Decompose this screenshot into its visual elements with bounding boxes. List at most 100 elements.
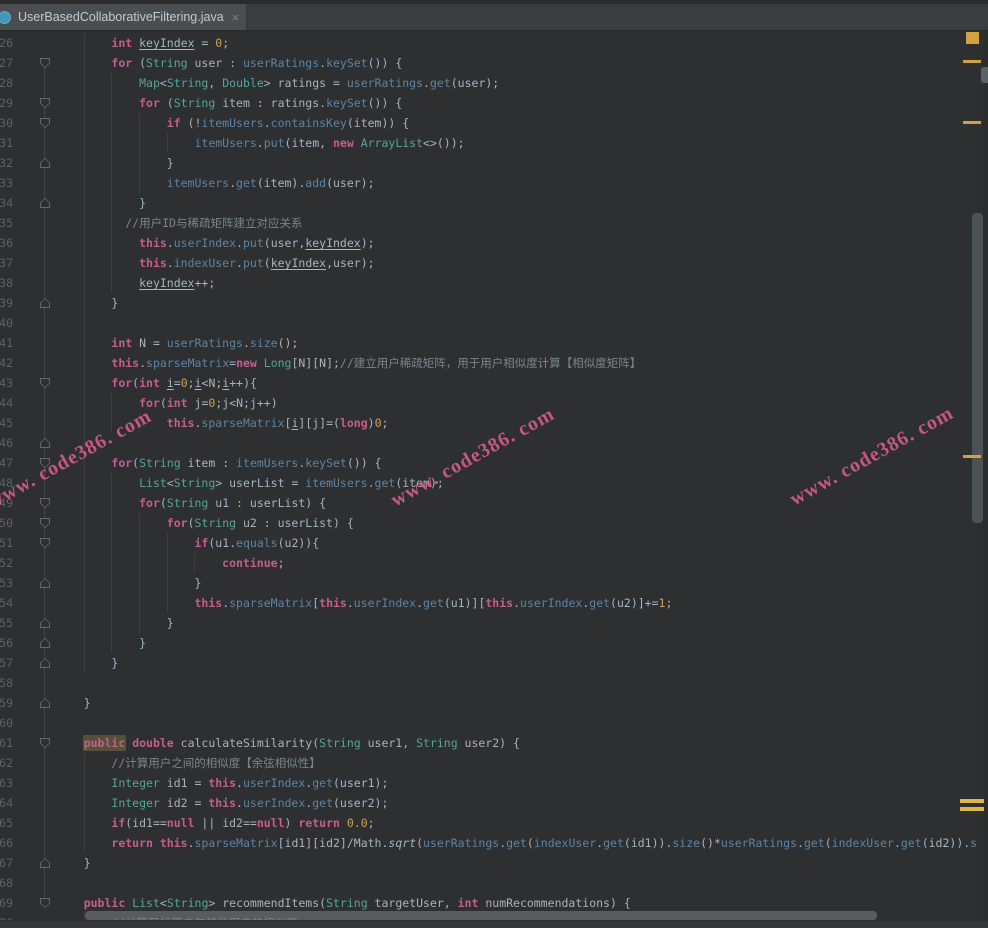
code-line[interactable]: 44 for(int j=0;j<N;j++) xyxy=(0,393,988,413)
horizontal-scrollbar-thumb[interactable] xyxy=(85,911,877,920)
code-line[interactable]: 57 } xyxy=(0,653,988,673)
code-line[interactable]: 65 if(id1==null || id2==null) return 0.0… xyxy=(0,813,988,833)
fold-toggle-icon[interactable] xyxy=(40,158,50,168)
code-line[interactable]: 35 //用户ID与稀疏矩阵建立对应关系 xyxy=(0,213,988,233)
warning-stripe-mark[interactable] xyxy=(960,807,984,811)
code-line[interactable]: 26 int keyIndex = 0; xyxy=(0,33,988,53)
code-line[interactable]: 30 if (!itemUsers.containsKey(item)) { xyxy=(0,113,988,133)
code-line[interactable]: 48 List<String> userList = itemUsers.get… xyxy=(0,473,988,493)
line-number: 37 xyxy=(0,253,13,273)
fold-toggle-icon[interactable] xyxy=(40,638,50,648)
code-line[interactable]: 39 } xyxy=(0,293,988,313)
code-text: for(int i=0;i<N;i++){ xyxy=(56,373,257,393)
code-line[interactable]: 42 this.sparseMatrix=new Long[N][N];//建立… xyxy=(0,353,988,373)
code-line[interactable]: 27 for (String user : userRatings.keySet… xyxy=(0,53,988,73)
code-text: } xyxy=(56,633,146,653)
code-line[interactable]: 52 continue; xyxy=(0,553,988,573)
line-number: 34 xyxy=(0,193,13,213)
warning-stripe-mark[interactable] xyxy=(963,455,981,458)
code-line[interactable]: 50 for(String u2 : userList) { xyxy=(0,513,988,533)
fold-toggle-icon[interactable] xyxy=(40,98,50,108)
code-line[interactable]: 61 public double calculateSimilarity(Str… xyxy=(0,733,988,753)
code-line[interactable]: 64 Integer id2 = this.userIndex.get(user… xyxy=(0,793,988,813)
close-icon[interactable]: × xyxy=(232,11,240,24)
code-line[interactable]: 33 itemUsers.get(item).add(user); xyxy=(0,173,988,193)
indent-guide xyxy=(84,313,85,333)
fold-toggle-icon[interactable] xyxy=(40,298,50,308)
fold-toggle-icon[interactable] xyxy=(40,578,50,588)
warning-stripe-mark[interactable] xyxy=(963,60,981,63)
code-line[interactable]: 49 for(String u1 : userList) { xyxy=(0,493,988,513)
line-number: 46 xyxy=(0,433,13,453)
code-line[interactable]: 56 } xyxy=(0,633,988,653)
code-line[interactable]: 69 public List<String> recommendItems(St… xyxy=(0,893,988,913)
code-line[interactable]: 66 return this.sparseMatrix[id1][id2]/Ma… xyxy=(0,833,988,853)
warning-stripe-mark[interactable] xyxy=(960,799,984,803)
code-line[interactable]: 54 this.sparseMatrix[this.userIndex.get(… xyxy=(0,593,988,613)
fold-toggle-icon[interactable] xyxy=(40,378,50,388)
code-line[interactable]: 53 } xyxy=(0,573,988,593)
code-area: 26 int keyIndex = 0;27 for (String user … xyxy=(0,0,988,928)
code-text: this.sparseMatrix=new Long[N][N];//建立用户稀… xyxy=(56,353,641,373)
line-number: 58 xyxy=(0,673,13,693)
vertical-scrollbar-thumb[interactable] xyxy=(972,213,983,523)
fold-toggle-icon[interactable] xyxy=(40,198,50,208)
code-line[interactable]: 62 //计算用户之间的相似度【余弦相似性】 xyxy=(0,753,988,773)
tab-userbasedcollaborativefiltering-java[interactable]: UserBasedCollaborativeFiltering.java × xyxy=(0,4,247,30)
code-line[interactable]: 32 } xyxy=(0,153,988,173)
warning-stripe-mark[interactable] xyxy=(963,121,981,124)
code-line[interactable]: 38 keyIndex++; xyxy=(0,273,988,293)
code-line[interactable]: 43 for(int i=0;i<N;i++){ xyxy=(0,373,988,393)
code-line[interactable]: 31 itemUsers.put(item, new ArrayList<>()… xyxy=(0,133,988,153)
code-line[interactable]: 47 for(String item : itemUsers.keySet())… xyxy=(0,453,988,473)
fold-toggle-icon[interactable] xyxy=(40,738,50,748)
fold-toggle-icon[interactable] xyxy=(40,618,50,628)
fold-toggle-icon[interactable] xyxy=(40,538,50,548)
code-line[interactable]: 34 } xyxy=(0,193,988,213)
fold-toggle-icon[interactable] xyxy=(40,658,50,668)
code-line[interactable]: 63 Integer id1 = this.userIndex.get(user… xyxy=(0,773,988,793)
inspection-status-icon[interactable] xyxy=(966,32,979,44)
code-line[interactable]: 28 Map<String, Double> ratings = userRat… xyxy=(0,73,988,93)
line-number: 30 xyxy=(0,113,13,133)
fold-toggle-icon[interactable] xyxy=(40,518,50,528)
line-number: 51 xyxy=(0,533,13,553)
code-text: for (String user : userRatings.keySet())… xyxy=(56,53,402,73)
line-number: 59 xyxy=(0,693,13,713)
code-line[interactable]: 58 xyxy=(0,673,988,693)
code-line[interactable]: 46 xyxy=(0,433,988,453)
fold-toggle-icon[interactable] xyxy=(40,458,50,468)
java-class-icon xyxy=(0,11,11,24)
fold-toggle-icon[interactable] xyxy=(40,118,50,128)
line-number: 49 xyxy=(0,493,13,513)
code-line[interactable]: 51 if(u1.equals(u2)){ xyxy=(0,533,988,553)
code-text: continue; xyxy=(56,553,285,573)
fold-toggle-icon[interactable] xyxy=(40,58,50,68)
code-line[interactable]: 68 xyxy=(0,873,988,893)
code-line[interactable]: 41 int N = userRatings.size(); xyxy=(0,333,988,353)
fold-toggle-icon[interactable] xyxy=(40,898,50,908)
code-line[interactable]: 45 this.sparseMatrix[i][j]=(long)0; xyxy=(0,413,988,433)
code-line[interactable]: 55 } xyxy=(0,613,988,633)
fold-toggle-icon[interactable] xyxy=(40,498,50,508)
line-number: 35 xyxy=(0,213,13,233)
line-number: 65 xyxy=(0,813,13,833)
code-line[interactable]: 60 xyxy=(0,713,988,733)
code-line[interactable]: 29 for (String item : ratings.keySet()) … xyxy=(0,93,988,113)
line-number: 48 xyxy=(0,473,13,493)
editor-side-widget[interactable] xyxy=(981,67,988,83)
code-text: for(int j=0;j<N;j++) xyxy=(56,393,278,413)
code-line[interactable]: 37 this.indexUser.put(keyIndex,user); xyxy=(0,253,988,273)
fold-toggle-icon[interactable] xyxy=(40,698,50,708)
line-number: 69 xyxy=(0,893,13,913)
code-line[interactable]: 59 } xyxy=(0,693,988,713)
line-number: 60 xyxy=(0,713,13,733)
code-line[interactable]: 67 } xyxy=(0,853,988,873)
line-number: 66 xyxy=(0,833,13,853)
code-line[interactable]: 36 this.userIndex.put(user,keyIndex); xyxy=(0,233,988,253)
code-text: List<String> userList = itemUsers.get(it… xyxy=(56,473,444,493)
fold-toggle-icon[interactable] xyxy=(40,858,50,868)
code-line[interactable]: 40 xyxy=(0,313,988,333)
fold-toggle-icon[interactable] xyxy=(40,438,50,448)
code-text: if(u1.equals(u2)){ xyxy=(56,533,319,553)
